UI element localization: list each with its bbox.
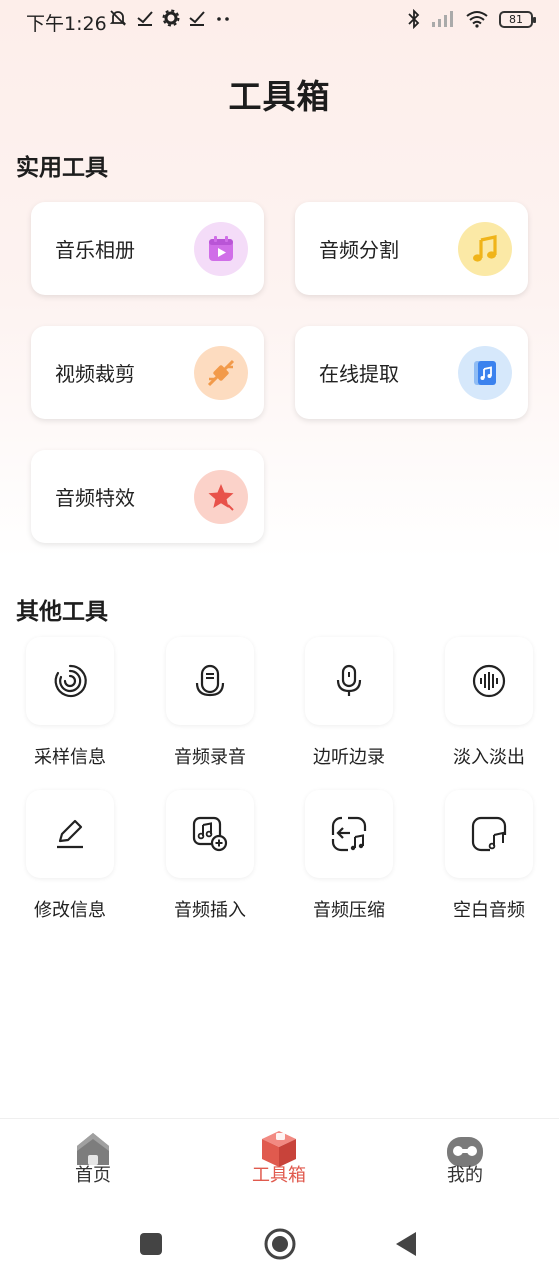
tool-blank-audio[interactable]: 空白音频 (445, 790, 533, 922)
practical-tools-title: 实用工具 (16, 155, 108, 181)
tool-label: 音频压缩 (313, 900, 385, 921)
tool-card-label: 在线提取 (319, 362, 399, 386)
tool-card-music-album[interactable]: 音乐相册 (31, 202, 264, 295)
tool-label: 修改信息 (34, 900, 106, 921)
tool-card-label: 音乐相册 (55, 238, 135, 262)
tool-listen-record[interactable]: 边听边录 (305, 637, 393, 769)
tool-edit-info[interactable]: 修改信息 (26, 790, 114, 922)
tool-card-label: 音频特效 (55, 486, 135, 510)
tool-audio-record[interactable]: 音频录音 (166, 637, 254, 769)
bottom-nav: 首页 工具箱 我的 (0, 1118, 559, 1204)
blank-audio-icon (445, 790, 533, 878)
insert-music-icon (166, 790, 254, 878)
music-note-icon (458, 222, 512, 276)
tool-label: 音频录音 (174, 747, 246, 768)
gear-icon (162, 9, 180, 27)
tool-card-audio-effects[interactable]: 音频特效 (31, 450, 264, 543)
photo-album-icon (194, 222, 248, 276)
tool-sample-info[interactable]: 采样信息 (26, 637, 114, 769)
page-title: 工具箱 (228, 77, 331, 116)
cut-icon (194, 346, 248, 400)
nav-label: 工具箱 (252, 1165, 306, 1186)
tool-label: 空白音频 (453, 900, 525, 921)
tool-label: 音频插入 (174, 900, 246, 921)
tool-card-online-extract[interactable]: 在线提取 (295, 326, 528, 419)
nav-profile[interactable]: 我的 (405, 1129, 525, 1187)
tool-label: 采样信息 (34, 747, 106, 768)
tool-label: 边听边录 (313, 747, 385, 768)
recent-apps-icon[interactable] (139, 1232, 163, 1256)
more-dots-icon (217, 17, 229, 21)
nav-label: 我的 (447, 1165, 483, 1186)
other-tools-title: 其他工具 (16, 599, 108, 625)
signal-icon (432, 11, 453, 27)
microphone-icon (305, 637, 393, 725)
check-icon (137, 11, 153, 26)
muted-bell-icon (109, 10, 127, 26)
status-bar: 下午1:26 81 (0, 0, 559, 42)
tool-fade-in-out[interactable]: 淡入淡出 (445, 637, 533, 769)
check-icon (189, 11, 205, 26)
tool-audio-insert[interactable]: 音频插入 (166, 790, 254, 922)
star-icon (194, 470, 248, 524)
nav-toolbox[interactable]: 工具箱 (219, 1129, 339, 1187)
edit-icon (26, 790, 114, 878)
tool-card-label: 视频裁剪 (55, 362, 135, 386)
tool-card-video-crop[interactable]: 视频裁剪 (31, 326, 264, 419)
nav-label: 首页 (75, 1165, 111, 1186)
home-button-icon[interactable] (263, 1227, 297, 1261)
status-time: 下午1:26 (26, 13, 107, 35)
record-icon (166, 637, 254, 725)
back-icon[interactable] (394, 1230, 418, 1258)
tool-label: 淡入淡出 (453, 747, 525, 768)
tool-card-audio-split[interactable]: 音频分割 (295, 202, 528, 295)
wifi-icon (466, 11, 488, 28)
music-file-icon (458, 346, 512, 400)
bluetooth-icon (408, 9, 420, 29)
status-left-icons (108, 8, 232, 28)
compress-icon (305, 790, 393, 878)
status-right-icons: 81 (407, 9, 536, 29)
battery-icon: 81 (499, 10, 536, 28)
sample-icon (26, 637, 114, 725)
tool-audio-compress[interactable]: 音频压缩 (305, 790, 393, 922)
system-nav-bar (0, 1210, 559, 1280)
tool-card-label: 音频分割 (319, 238, 399, 262)
waveform-icon (445, 637, 533, 725)
nav-home[interactable]: 首页 (33, 1129, 153, 1187)
